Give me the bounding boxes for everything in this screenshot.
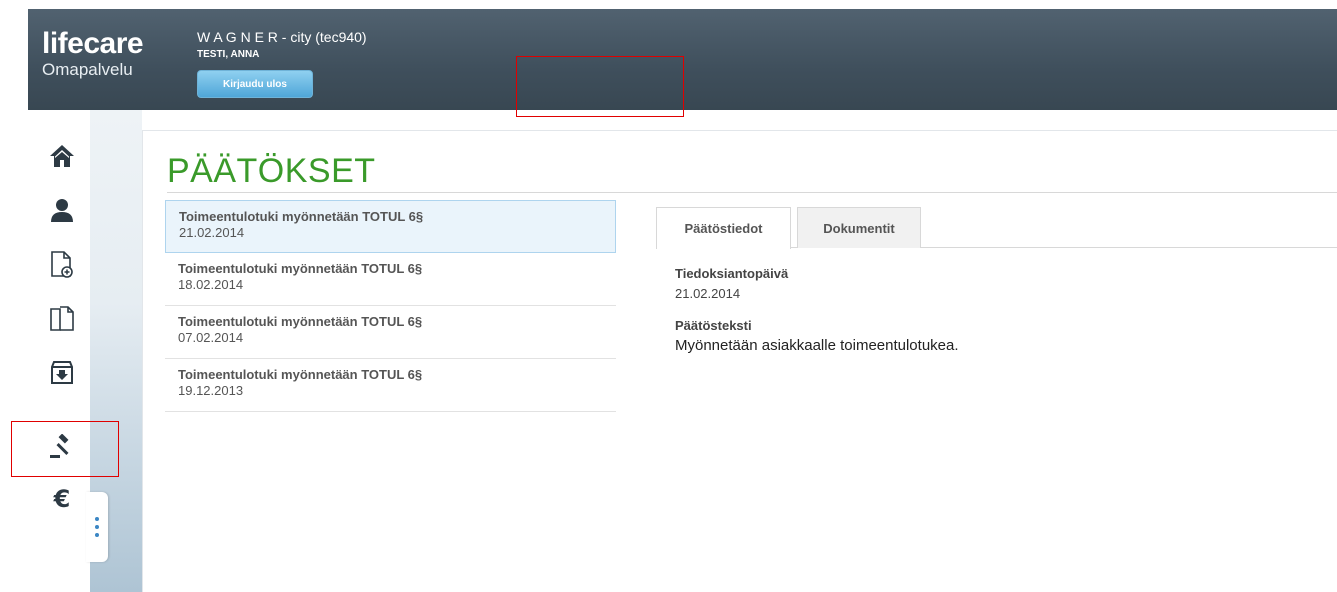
decision-list-item[interactable]: Toimeentulotuki myönnetään TOTUL 6§ 18.0… [165, 253, 616, 306]
document-add-icon [51, 251, 73, 278]
top-header: lifecare Omapalvelu W A G N E R - city (… [28, 9, 1337, 110]
sidebar-item-home[interactable] [32, 136, 92, 176]
decision-list: Toimeentulotuki myönnetään TOTUL 6§ 21.0… [165, 200, 616, 412]
decision-title: Toimeentulotuki myönnetään TOTUL 6§ [178, 261, 423, 276]
decision-title: Toimeentulotuki myönnetään TOTUL 6§ [178, 367, 423, 382]
documents-icon [50, 306, 74, 331]
sidebar-item-profile[interactable] [32, 190, 92, 230]
page-title: PÄÄTÖKSET [167, 152, 376, 190]
sidebar-item-new-document[interactable] [32, 245, 92, 285]
title-divider [167, 192, 1337, 193]
notice-date-value: 21.02.2014 [675, 286, 741, 301]
decision-date: 18.02.2014 [178, 277, 244, 292]
gavel-icon [50, 434, 69, 458]
sidebar-item-payments[interactable]: € [32, 479, 92, 519]
detail-tabs: Päätöstiedot Dokumentit [656, 207, 1337, 249]
organization-name: W A G N E R - city (tec940) [197, 29, 367, 45]
notice-date-label: Tiedoksiantopäivä [675, 266, 789, 281]
vertical-dots-icon [95, 517, 99, 537]
decision-list-item[interactable]: Toimeentulotuki myönnetään TOTUL 6§ 19.1… [165, 359, 616, 412]
inbox-download-icon [51, 361, 73, 384]
decision-date: 21.02.2014 [179, 225, 245, 240]
user-icon [51, 199, 73, 222]
sidebar-item-documents[interactable] [32, 299, 92, 339]
tab-documents[interactable]: Dokumentit [797, 207, 921, 248]
decision-list-item[interactable]: Toimeentulotuki myönnetään TOTUL 6§ 21.0… [165, 200, 616, 253]
decision-list-item[interactable]: Toimeentulotuki myönnetään TOTUL 6§ 07.0… [165, 306, 616, 359]
tab-decision-details[interactable]: Päätöstiedot [656, 207, 791, 249]
euro-icon: € [53, 486, 71, 512]
decision-text-value: Myönnetään asiakkaalle toimeentulotukea. [675, 337, 959, 354]
decision-date: 07.02.2014 [178, 330, 244, 345]
user-name: TESTI, ANNA [197, 49, 260, 60]
sidebar-more-tab[interactable] [86, 492, 108, 562]
logo-subtitle: Omapalvelu [42, 60, 133, 79]
sidebar-item-inbox[interactable] [32, 353, 92, 393]
lifecare-logo[interactable]: lifecare [42, 29, 144, 59]
home-icon [50, 145, 74, 167]
logout-button[interactable]: Kirjaudu ulos [197, 70, 313, 98]
decision-text-label: Päätösteksti [675, 318, 752, 333]
sidebar-item-decisions[interactable] [32, 427, 92, 467]
decision-title: Toimeentulotuki myönnetään TOTUL 6§ [178, 314, 423, 329]
decision-title: Toimeentulotuki myönnetään TOTUL 6§ [179, 209, 424, 224]
decision-date: 19.12.2013 [178, 383, 244, 398]
svg-text:€: € [53, 486, 71, 512]
sidebar [28, 110, 90, 592]
app-root: lifecare Omapalvelu W A G N E R - city (… [0, 0, 1337, 592]
